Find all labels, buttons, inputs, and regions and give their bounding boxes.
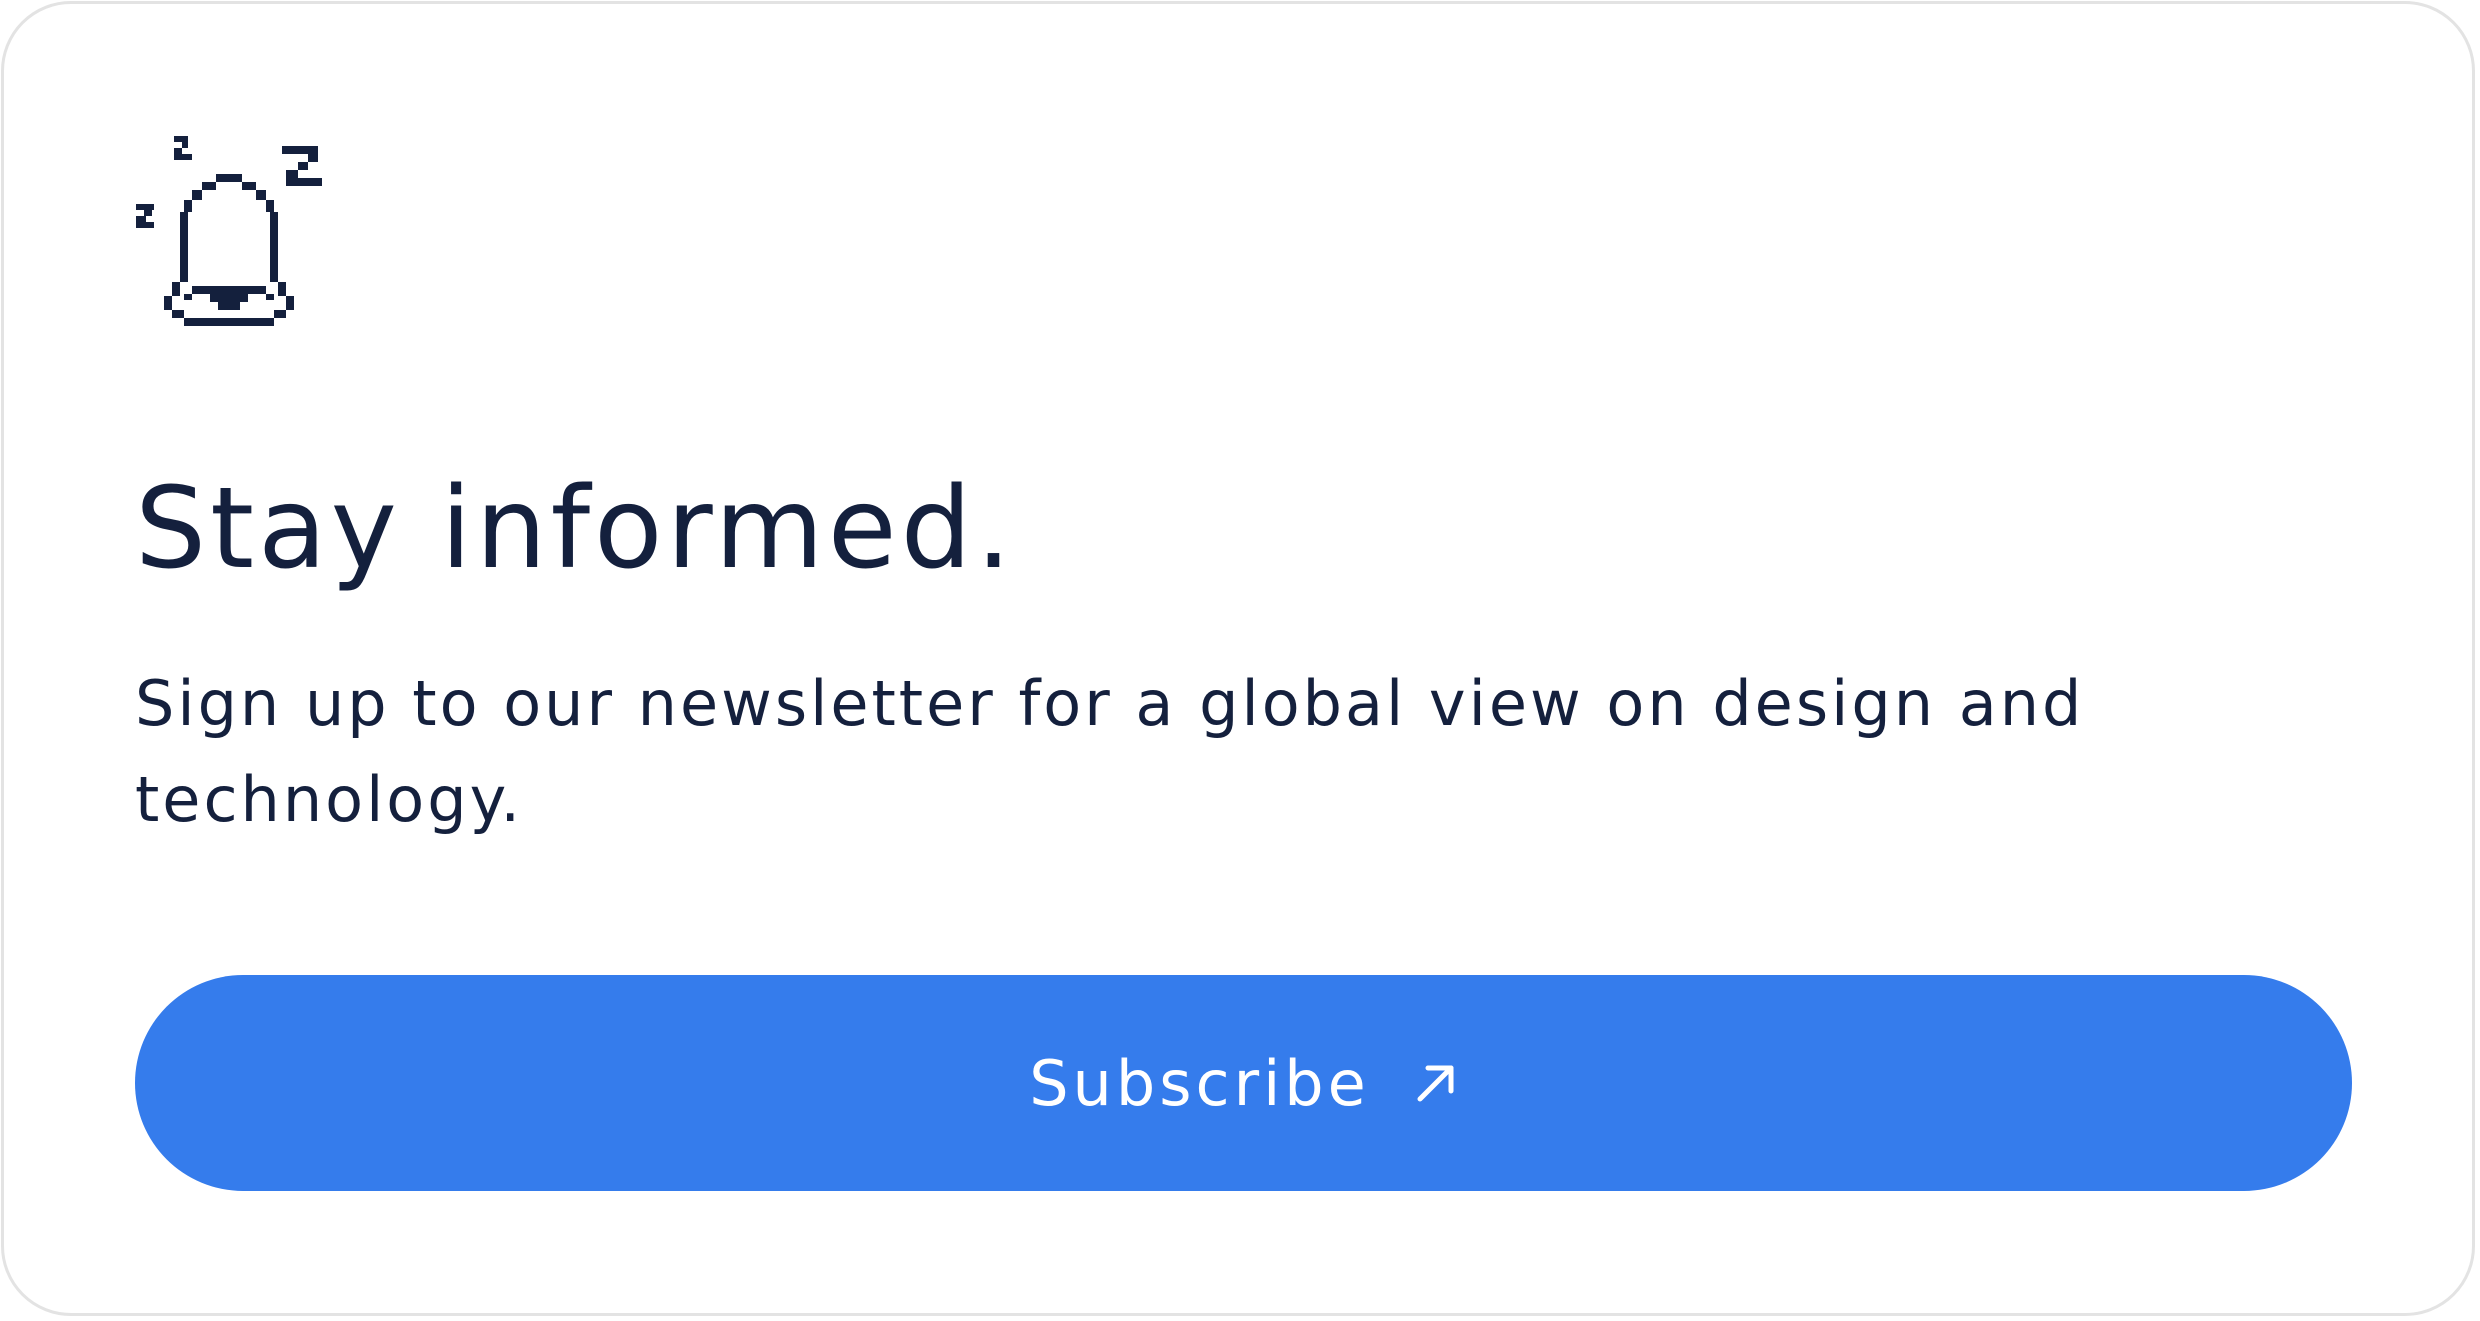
sleeping-bell-icon xyxy=(130,132,330,332)
newsletter-card: Stay informed. Sign up to our newsletter… xyxy=(1,1,2475,1316)
arrow-up-right-icon xyxy=(1417,1065,1454,1102)
page-title: Stay informed. xyxy=(135,464,1016,594)
subscribe-button[interactable]: Subscribe xyxy=(135,975,2352,1191)
subscribe-button-label: Subscribe xyxy=(1029,1046,1370,1120)
newsletter-description: Sign up to our newsletter for a global v… xyxy=(135,667,2085,836)
